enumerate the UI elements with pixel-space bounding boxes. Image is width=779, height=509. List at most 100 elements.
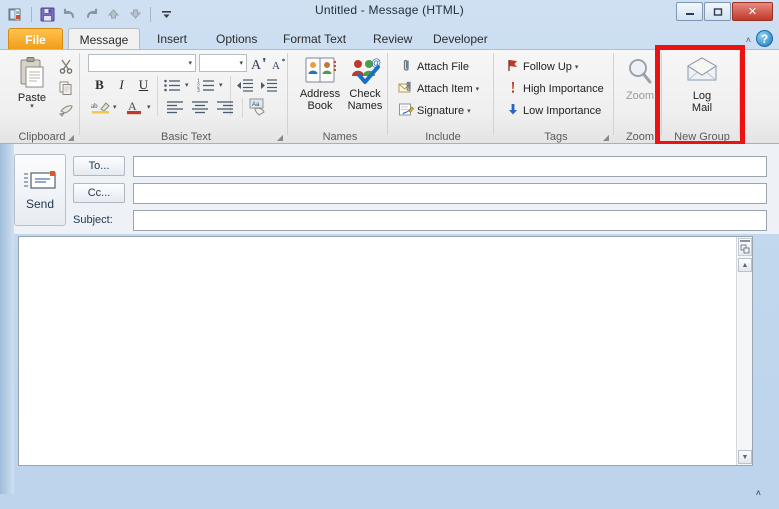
tags-dialog-launcher[interactable]: ◢ [603, 133, 609, 142]
ribbon-group-zoom: Zoom Zoom [618, 50, 662, 144]
to-button[interactable]: To... [73, 156, 125, 176]
tab-message[interactable]: Message [68, 28, 140, 50]
group-separator [79, 53, 80, 135]
font-color-button[interactable]: A [124, 98, 146, 116]
paste-caret-icon[interactable]: ▾ [30, 103, 34, 110]
ribbon-group-names: Address Book @ Check Names Names [292, 50, 388, 144]
clear-formatting-button[interactable]: Aa [247, 96, 271, 118]
check-names-button[interactable]: @ Check Names [344, 56, 386, 122]
font-size-combo[interactable]: ▾ [199, 54, 247, 72]
text-highlight-button[interactable]: ab [90, 98, 112, 116]
numbered-list-icon: 123 [197, 78, 214, 93]
message-header-area: Send To... Cc... Subject: [0, 144, 779, 234]
align-center-button[interactable] [189, 98, 211, 116]
paste-icon [20, 57, 44, 88]
svg-text:A: A [128, 99, 137, 113]
send-button[interactable]: Send [14, 154, 66, 226]
tab-format-text[interactable]: Format Text [272, 28, 357, 50]
bold-button[interactable]: B [90, 76, 109, 94]
basic-text-group-label: Basic Text [161, 131, 211, 143]
grow-font-button[interactable]: A [250, 54, 268, 72]
italic-button[interactable]: I [112, 76, 131, 94]
message-body-text[interactable] [23, 240, 732, 462]
copy-button[interactable] [56, 78, 76, 98]
follow-up-caret-icon[interactable]: ▾ [575, 63, 579, 71]
font-color-icon: A [127, 99, 141, 115]
high-importance-button[interactable]: High Importance [504, 81, 606, 96]
bullets-button[interactable] [162, 76, 184, 94]
window-controls: ✕ [676, 2, 773, 21]
scissors-icon [59, 59, 73, 74]
shrink-font-button[interactable]: A [270, 54, 288, 72]
group-separator [613, 53, 614, 135]
to-input[interactable] [133, 156, 767, 177]
basic-text-dialog-launcher[interactable]: ◢ [277, 133, 283, 142]
collapse-ribbon-icon[interactable]: ˄ [746, 35, 751, 45]
format-painter-button[interactable] [56, 100, 76, 120]
numbering-button[interactable]: 123 [196, 76, 218, 94]
check-names-label-1: Check [349, 88, 381, 100]
underline-button[interactable]: U [134, 76, 153, 94]
font-color-caret-icon[interactable]: ▾ [147, 103, 151, 111]
tab-options[interactable]: Options [205, 28, 268, 50]
window-title: Untitled - Message (HTML) [314, 3, 465, 17]
magnifier-icon [629, 59, 652, 84]
paste-button[interactable]: Paste ▾ [12, 56, 52, 122]
address-book-button[interactable]: Address Book [298, 56, 342, 122]
include-group-label: Include [425, 131, 461, 143]
tab-developer[interactable]: Developer [422, 28, 499, 50]
tab-review[interactable]: Review [362, 28, 423, 50]
cc-button[interactable]: Cc... [73, 183, 125, 203]
attach-file-label: Attach File [417, 60, 469, 73]
subject-input[interactable] [133, 210, 767, 231]
title-bar: Untitled - Message (HTML) ✕ [0, 0, 779, 28]
message-body-editor[interactable]: ▲ ▼ [18, 236, 753, 466]
cut-button[interactable] [56, 56, 76, 76]
help-icon[interactable]: ? [756, 30, 773, 47]
signature-caret-icon[interactable]: ▾ [467, 107, 471, 115]
ribbon-group-basic-text: ▾ ▾ A A B I U ▾ 1 2 3 ▾ ab ▾ A ▾ Aa Basi… [84, 50, 288, 144]
cc-input[interactable] [133, 183, 767, 204]
decrease-indent-button[interactable] [234, 76, 256, 94]
ribbon-group-tags: Follow Up ▾ High Importance Low Importan… [498, 50, 614, 144]
attach-item-caret-icon[interactable]: ▾ [476, 85, 480, 93]
scroll-up-button[interactable]: ▲ [738, 258, 752, 272]
ribbon-group-include: Attach File Attach Item ▾ Signature ▾ In… [392, 50, 494, 144]
align-right-button[interactable] [214, 98, 236, 116]
clear-formatting-icon: Aa [249, 98, 265, 116]
check-names-label-2: Names [347, 100, 383, 112]
body-scrollbar[interactable]: ▲ ▼ [736, 237, 752, 465]
maximize-button[interactable] [704, 2, 731, 21]
split-window-handle[interactable] [738, 238, 752, 256]
log-mail-button[interactable]: Log Mail [674, 56, 730, 118]
attach-item-button[interactable]: Attach Item ▾ [396, 80, 481, 98]
low-importance-label: Low Importance [523, 104, 602, 117]
tab-insert[interactable]: Insert [146, 28, 198, 50]
increase-indent-button[interactable] [258, 76, 280, 94]
copy-icon [59, 81, 72, 95]
group-separator [493, 53, 494, 135]
address-book-icon [305, 57, 336, 83]
chevron-down-icon[interactable]: ▾ [239, 59, 243, 67]
decrease-indent-icon [237, 78, 253, 92]
expand-caret-icon[interactable]: ˄ [756, 488, 761, 498]
clipboard-dialog-launcher[interactable]: ◢ [68, 133, 74, 142]
signature-button[interactable]: Signature ▾ [396, 103, 473, 118]
scroll-down-button[interactable]: ▼ [738, 450, 752, 464]
low-importance-button[interactable]: Low Importance [504, 103, 603, 118]
close-button[interactable]: ✕ [732, 2, 773, 21]
tab-file[interactable]: File [8, 28, 63, 50]
numbering-caret-icon[interactable]: ▾ [219, 81, 223, 89]
highlight-caret-icon[interactable]: ▾ [113, 103, 117, 111]
attach-file-button[interactable]: Attach File [396, 59, 471, 74]
minimize-button[interactable] [676, 2, 703, 21]
align-center-icon [192, 101, 208, 114]
bullets-caret-icon[interactable]: ▾ [185, 81, 189, 89]
align-left-button[interactable] [164, 98, 186, 116]
chevron-down-icon[interactable]: ▾ [188, 59, 192, 67]
follow-up-button[interactable]: Follow Up ▾ [504, 59, 580, 74]
address-book-label-2: Book [307, 100, 333, 112]
zoom-button[interactable]: Zoom [620, 56, 660, 116]
font-name-combo[interactable]: ▾ [88, 54, 196, 72]
attach-item-icon [398, 80, 414, 98]
